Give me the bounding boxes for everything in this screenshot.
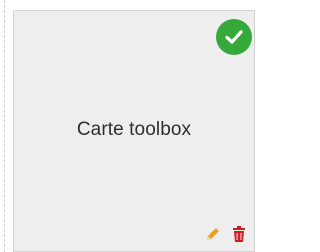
delete-button[interactable]: [228, 223, 250, 245]
toolbox-card[interactable]: Carte toolbox: [13, 10, 255, 252]
edit-button[interactable]: [202, 223, 224, 245]
pencil-icon: [207, 228, 219, 240]
check-mark-icon: [225, 30, 243, 44]
check-icon: [216, 19, 252, 55]
trash-icon: [233, 226, 245, 242]
card-title: Carte toolbox: [76, 119, 192, 140]
card-actions: [202, 223, 250, 245]
dashed-guide-line: [4, 0, 5, 252]
